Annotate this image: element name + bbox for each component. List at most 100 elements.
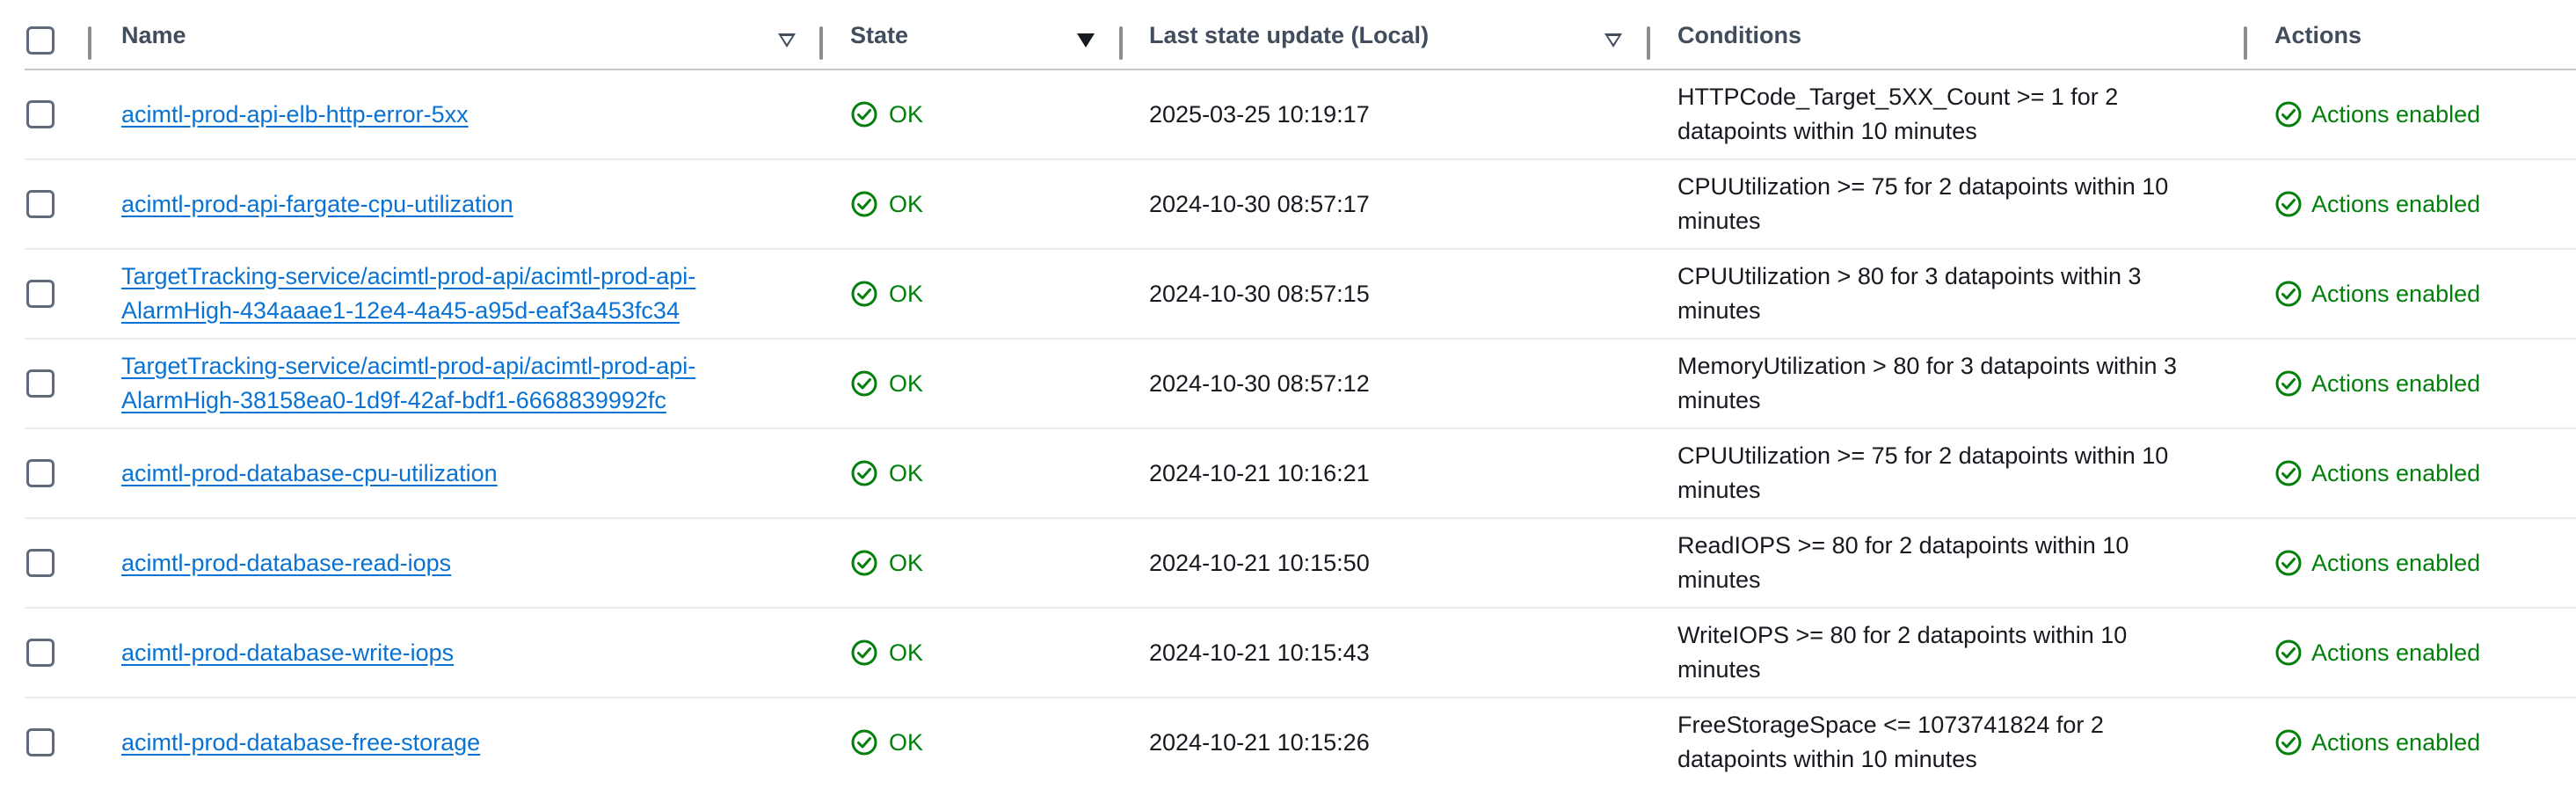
column-header-state[interactable]: State bbox=[850, 0, 908, 70]
column-header-actions: Actions bbox=[2274, 21, 2362, 48]
alarm-state-label: OK bbox=[889, 280, 924, 307]
alarm-state-cell: OK bbox=[850, 70, 923, 158]
alarm-state-cell: OK bbox=[850, 519, 923, 607]
last-update-cell: 2024-10-21 10:16:21 bbox=[1149, 459, 1370, 486]
conditions-cell: WriteIOPS >= 80 for 2 datapoints within … bbox=[1677, 622, 2128, 683]
row-checkbox[interactable] bbox=[26, 190, 55, 218]
status-ok-icon bbox=[850, 639, 878, 667]
check-circle-icon bbox=[2274, 549, 2303, 577]
column-divider[interactable] bbox=[1119, 26, 1123, 60]
alarm-name-cell: acimtl-prod-database-read-iops bbox=[121, 519, 790, 607]
table-row: acimtl-prod-database-cpu-utilization OK 20… bbox=[25, 429, 2576, 519]
alarm-state-cell: OK bbox=[850, 429, 923, 517]
sort-caret-filled-icon[interactable] bbox=[1077, 33, 1095, 47]
actions-cell: Actions enabled bbox=[2274, 519, 2480, 607]
alarm-name-link[interactable]: acimtl-prod-database-free-storage bbox=[121, 726, 480, 760]
status-ok-icon bbox=[850, 369, 878, 398]
select-all-checkbox[interactable] bbox=[26, 26, 55, 55]
table-row: acimtl-prod-database-write-iops OK 2024-10… bbox=[25, 609, 2576, 698]
alarms-table: Name State Last state update (Local) Con… bbox=[25, 0, 2576, 811]
alarm-state-label: OK bbox=[889, 459, 924, 486]
actions-cell: Actions enabled bbox=[2274, 250, 2480, 338]
status-ok-icon bbox=[850, 459, 878, 487]
last-update-cell: 2024-10-21 10:15:43 bbox=[1149, 639, 1370, 666]
column-divider[interactable] bbox=[819, 26, 823, 60]
column-divider[interactable] bbox=[2244, 26, 2247, 60]
check-circle-icon bbox=[2274, 459, 2303, 487]
alarm-name-cell: acimtl-prod-database-free-storage bbox=[121, 698, 790, 786]
alarm-state-cell: OK bbox=[850, 340, 923, 427]
alarm-state-label: OK bbox=[889, 639, 924, 666]
actions-cell: Actions enabled bbox=[2274, 429, 2480, 517]
alarm-state-label: OK bbox=[889, 369, 924, 397]
column-header-conditions[interactable]: Conditions bbox=[1677, 0, 1801, 70]
alarm-name-link[interactable]: acimtl-prod-api-fargate-cpu-utilization bbox=[121, 187, 513, 222]
status-ok-icon bbox=[850, 549, 878, 577]
alarm-name-link[interactable]: acimtl-prod-api-elb-http-error-5xx bbox=[121, 98, 469, 132]
alarm-state-label: OK bbox=[889, 549, 924, 576]
alarm-name-cell: acimtl-prod-api-fargate-cpu-utilization bbox=[121, 160, 790, 248]
row-checkbox[interactable] bbox=[26, 280, 55, 308]
column-header-name[interactable]: Name bbox=[121, 0, 186, 70]
row-checkbox[interactable] bbox=[26, 728, 55, 756]
conditions-cell: CPUUtilization >= 75 for 2 datapoints wi… bbox=[1677, 442, 2169, 503]
alarm-name-cell: acimtl-prod-database-write-iops bbox=[121, 609, 790, 697]
sort-caret-icon[interactable] bbox=[778, 33, 796, 47]
alarm-name-link[interactable]: acimtl-prod-database-cpu-utilization bbox=[121, 457, 498, 491]
row-checkbox[interactable] bbox=[26, 100, 55, 128]
actions-status-label: Actions enabled bbox=[2311, 459, 2481, 486]
alarm-state-label: OK bbox=[889, 728, 924, 756]
last-update-cell: 2024-10-30 08:57:15 bbox=[1149, 280, 1370, 307]
column-divider[interactable] bbox=[1647, 26, 1650, 60]
row-checkbox[interactable] bbox=[26, 459, 55, 487]
alarm-state-cell: OK bbox=[850, 698, 923, 786]
table-header: Name State Last state update (Local) Con… bbox=[25, 0, 2576, 70]
table-row: TargetTracking-service/acimtl-prod-api/a… bbox=[25, 250, 2576, 340]
actions-cell: Actions enabled bbox=[2274, 609, 2480, 697]
check-circle-icon bbox=[2274, 728, 2303, 756]
alarm-state-cell: OK bbox=[850, 250, 923, 338]
actions-status-label: Actions enabled bbox=[2311, 728, 2481, 756]
last-update-cell: 2024-10-30 08:57:17 bbox=[1149, 190, 1370, 217]
row-checkbox[interactable] bbox=[26, 639, 55, 667]
alarm-name-link[interactable]: TargetTracking-service/acimtl-prod-api/a… bbox=[121, 349, 790, 418]
actions-cell: Actions enabled bbox=[2274, 160, 2480, 248]
conditions-cell: ReadIOPS >= 80 for 2 datapoints within 1… bbox=[1677, 532, 2129, 593]
alarm-name-cell: acimtl-prod-database-cpu-utilization bbox=[121, 429, 790, 517]
last-update-cell: 2024-10-21 10:15:26 bbox=[1149, 728, 1370, 756]
column-divider[interactable] bbox=[88, 26, 91, 60]
conditions-cell: MemoryUtilization > 80 for 3 datapoints … bbox=[1677, 353, 2178, 413]
status-ok-icon bbox=[850, 728, 878, 756]
actions-status-label: Actions enabled bbox=[2311, 280, 2481, 307]
alarm-name-link[interactable]: TargetTracking-service/acimtl-prod-api/a… bbox=[121, 259, 790, 328]
actions-status-label: Actions enabled bbox=[2311, 549, 2481, 576]
actions-cell: Actions enabled bbox=[2274, 340, 2480, 427]
table-row: acimtl-prod-database-free-storage OK 2024-… bbox=[25, 698, 2576, 788]
actions-status-label: Actions enabled bbox=[2311, 100, 2481, 128]
conditions-cell: CPUUtilization >= 75 for 2 datapoints wi… bbox=[1677, 173, 2169, 234]
table-row: acimtl-prod-database-read-iops OK 2024-10-… bbox=[25, 519, 2576, 609]
status-ok-icon bbox=[850, 100, 878, 128]
status-ok-icon bbox=[850, 280, 878, 308]
last-update-cell: 2024-10-21 10:15:50 bbox=[1149, 549, 1370, 576]
alarm-state-cell: OK bbox=[850, 609, 923, 697]
sort-caret-icon[interactable] bbox=[1605, 33, 1622, 47]
actions-cell: Actions enabled bbox=[2274, 70, 2480, 158]
table-row: TargetTracking-service/acimtl-prod-api/a… bbox=[25, 340, 2576, 429]
actions-status-label: Actions enabled bbox=[2311, 369, 2481, 397]
alarm-name-link[interactable]: acimtl-prod-database-read-iops bbox=[121, 546, 451, 581]
table-row: acimtl-prod-api-fargate-cpu-utilization O… bbox=[25, 160, 2576, 250]
conditions-cell: HTTPCode_Target_5XX_Count >= 1 for 2 dat… bbox=[1677, 84, 2119, 144]
actions-status-label: Actions enabled bbox=[2311, 639, 2481, 666]
conditions-cell: CPUUtilization > 80 for 3 datapoints wit… bbox=[1677, 263, 2142, 324]
row-checkbox[interactable] bbox=[26, 369, 55, 398]
alarm-name-link[interactable]: acimtl-prod-database-write-iops bbox=[121, 636, 454, 670]
row-checkbox[interactable] bbox=[26, 549, 55, 577]
status-ok-icon bbox=[850, 190, 878, 218]
column-header-last-update[interactable]: Last state update (Local) bbox=[1149, 0, 1429, 70]
alarm-state-cell: OK bbox=[850, 160, 923, 248]
check-circle-icon bbox=[2274, 280, 2303, 308]
alarm-state-label: OK bbox=[889, 190, 924, 217]
conditions-cell: FreeStorageSpace <= 1073741824 for 2 dat… bbox=[1677, 712, 2104, 772]
check-circle-icon bbox=[2274, 100, 2303, 128]
